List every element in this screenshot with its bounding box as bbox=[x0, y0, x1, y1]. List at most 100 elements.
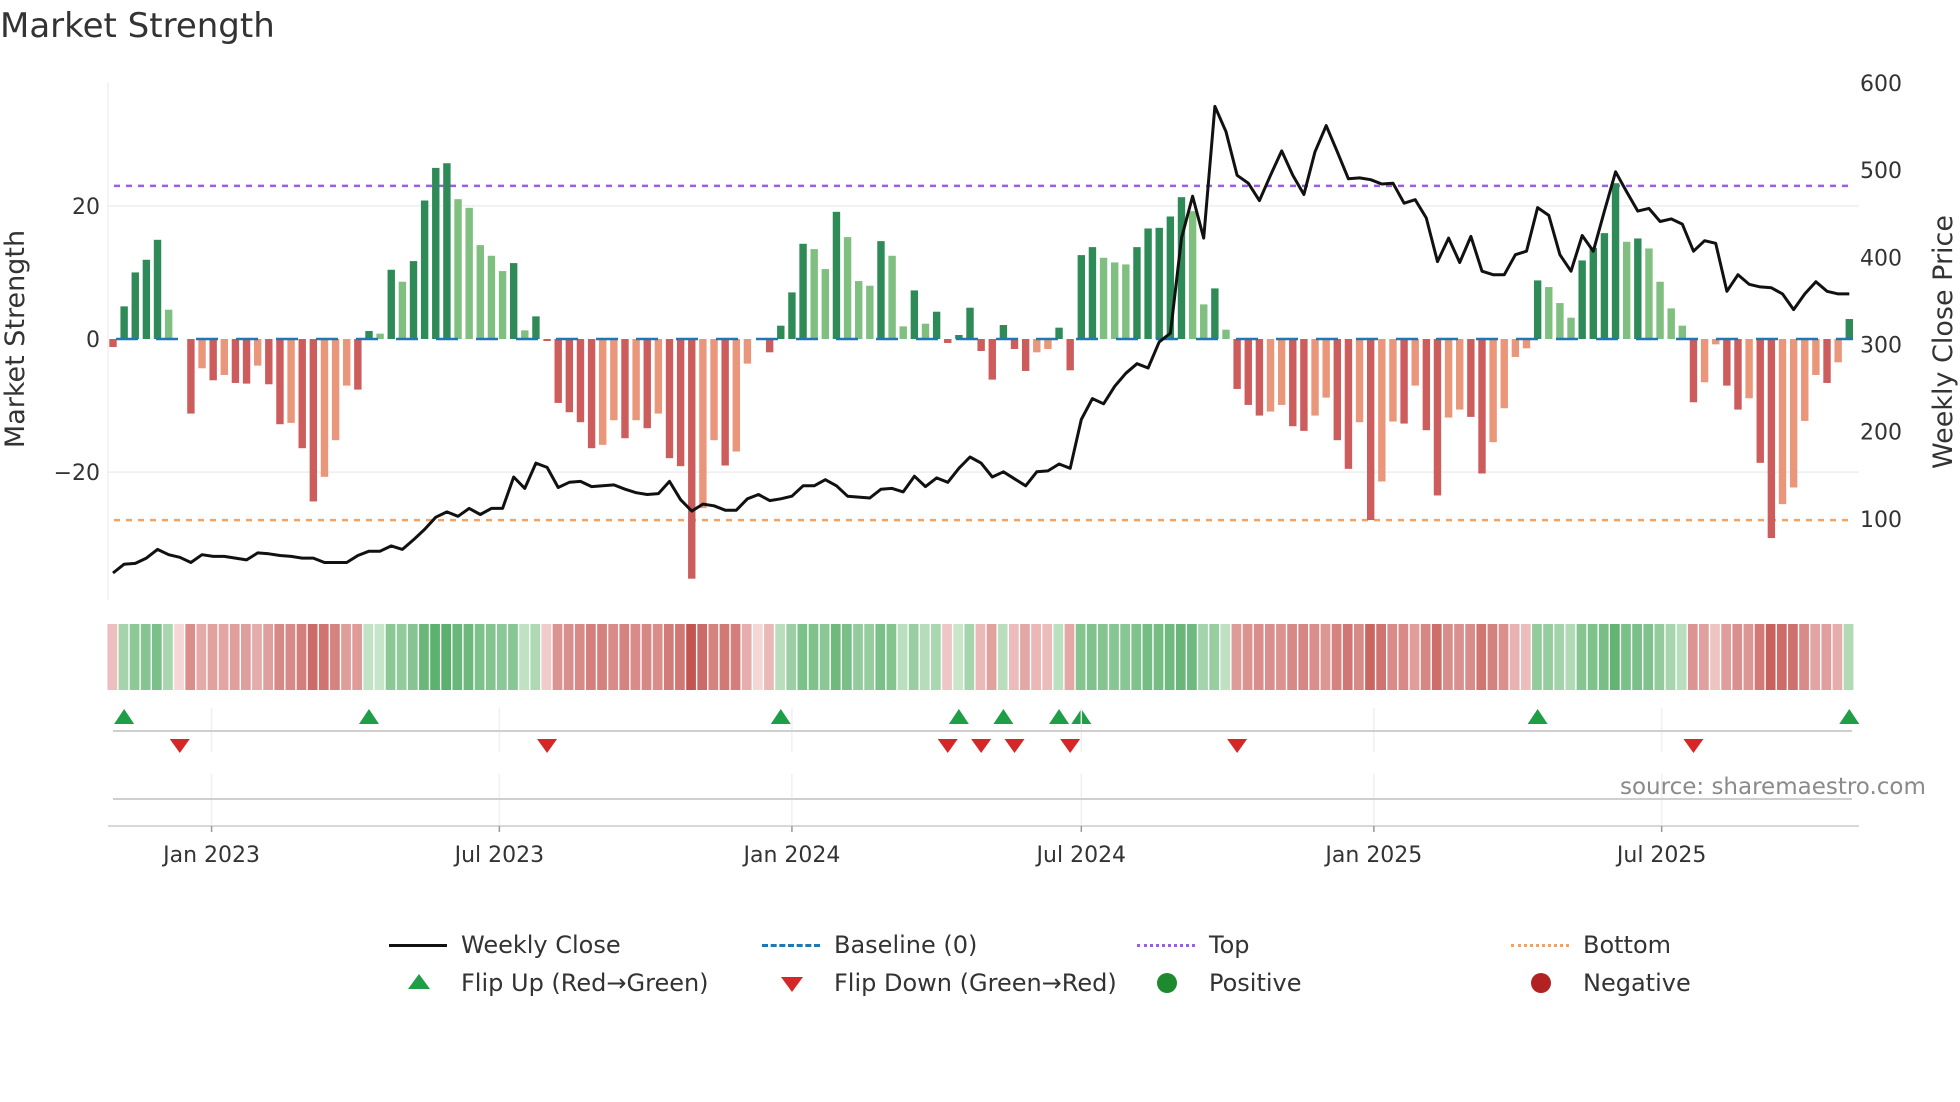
heatmap-cell bbox=[1398, 624, 1409, 690]
heatmap-cell bbox=[574, 624, 585, 690]
heatmap-cell bbox=[663, 624, 674, 690]
heatmap-cell bbox=[541, 624, 552, 690]
heatmap-cell bbox=[263, 624, 273, 690]
strength-bar bbox=[187, 339, 195, 414]
heatmap-cell bbox=[1342, 624, 1353, 690]
heatmap-cell bbox=[118, 624, 129, 690]
strength-bar bbox=[1411, 339, 1419, 386]
heatmap-cell bbox=[730, 624, 741, 690]
strength-bar bbox=[877, 241, 885, 340]
strength-bar bbox=[1745, 339, 1753, 399]
heatmap-cell bbox=[1454, 624, 1464, 690]
heatmap-cell bbox=[1175, 624, 1186, 690]
strength-bar bbox=[1778, 339, 1787, 505]
flip-down-marker bbox=[1227, 739, 1248, 753]
strength-bar bbox=[1066, 339, 1074, 371]
flip-up-marker bbox=[770, 709, 791, 724]
heatmap-cell bbox=[174, 624, 184, 690]
strength-bar bbox=[1077, 255, 1086, 340]
heatmap-cell bbox=[1665, 624, 1676, 690]
heatmap-cell bbox=[1353, 624, 1364, 690]
strength-bars bbox=[109, 163, 1853, 579]
heatmap-cell bbox=[1721, 624, 1732, 690]
heatmap-cell bbox=[1109, 624, 1119, 690]
strength-bar bbox=[1021, 339, 1030, 371]
heatmap-cell bbox=[1376, 624, 1386, 690]
strength-bar bbox=[1756, 339, 1764, 463]
heatmap-cell bbox=[552, 624, 563, 690]
strength-bar bbox=[1211, 288, 1219, 340]
heatmap-cell bbox=[240, 624, 251, 690]
strength-bar bbox=[554, 339, 562, 403]
heatmap-cell bbox=[1654, 624, 1665, 690]
heatmap-cell bbox=[1598, 624, 1609, 690]
strength-bar bbox=[1355, 339, 1364, 423]
strength-bar bbox=[420, 200, 429, 340]
heatmap-cell bbox=[1153, 624, 1164, 690]
strength-bar bbox=[855, 281, 863, 340]
strength-bar bbox=[1133, 247, 1141, 340]
heatmap-cell bbox=[252, 624, 262, 690]
heatmap-cell bbox=[430, 624, 440, 690]
strength-bar bbox=[1478, 339, 1486, 474]
heatmap-cell bbox=[1042, 624, 1053, 690]
strength-bar bbox=[1444, 339, 1453, 418]
heatmap-cell bbox=[1020, 624, 1030, 690]
strength-bar bbox=[710, 339, 718, 441]
heatmap-cell bbox=[875, 624, 886, 690]
heatmap-cell bbox=[318, 624, 329, 690]
strength-bar bbox=[265, 339, 273, 385]
heatmap-cell bbox=[1465, 624, 1476, 690]
heatmap-cell bbox=[374, 624, 385, 690]
heatmap-cell bbox=[686, 624, 696, 690]
heatmap-cell bbox=[151, 624, 162, 690]
heatmap-cell bbox=[352, 624, 363, 690]
strength-bar bbox=[142, 259, 151, 340]
heatmap-cell bbox=[597, 624, 607, 690]
strength-bar bbox=[1055, 327, 1063, 340]
heatmap-cell bbox=[1799, 624, 1809, 690]
heatmap-cell bbox=[396, 624, 407, 690]
flip-down-marker bbox=[1060, 739, 1081, 753]
strength-bar bbox=[888, 255, 896, 340]
heatmap-cell bbox=[1098, 624, 1108, 690]
strength-bar bbox=[242, 339, 251, 384]
heatmap-cell bbox=[886, 624, 897, 690]
x-axis: Jan 2023 Jul 2023 Jan 2024 Jul 2024 Jan 2025… bbox=[108, 708, 1859, 868]
strength-bar bbox=[1767, 339, 1776, 539]
heatmap-cell bbox=[1031, 624, 1041, 690]
strength-bar bbox=[131, 272, 139, 340]
heatmap-cell bbox=[931, 624, 941, 690]
heatmap-cell bbox=[1776, 624, 1787, 690]
heatmap-cell bbox=[1509, 624, 1520, 690]
heatmap-cell bbox=[196, 624, 207, 690]
strength-bar bbox=[1522, 339, 1531, 349]
heatmap-cell bbox=[1209, 624, 1220, 690]
heatmap-cell bbox=[1788, 624, 1798, 690]
heatmap-cell bbox=[752, 624, 763, 690]
market-strength-chart: 200−20100200300400500600 Jan 2023 Jul 202… bbox=[0, 72, 1959, 868]
heatmap-cell bbox=[330, 624, 340, 690]
strength-bar bbox=[198, 339, 206, 369]
heatmap-cell bbox=[608, 624, 619, 690]
strength-bar bbox=[1656, 281, 1664, 340]
heatmap-cell bbox=[1832, 624, 1843, 690]
heatmap-cell bbox=[1053, 624, 1064, 690]
heatmap-cell bbox=[697, 624, 708, 690]
heatmap-cell bbox=[407, 624, 418, 690]
y-tick-label: −20 bbox=[54, 461, 100, 486]
strength-bar bbox=[599, 339, 607, 445]
heatmap-cell bbox=[363, 624, 374, 690]
heatmap-cell bbox=[853, 624, 863, 690]
strength-bar bbox=[309, 339, 318, 502]
strength-bar bbox=[1122, 264, 1130, 340]
strength-bar bbox=[1433, 339, 1442, 496]
y2-tick-label: 600 bbox=[1860, 72, 1902, 97]
strength-bar bbox=[910, 290, 919, 340]
strength-bar bbox=[521, 330, 529, 340]
heatmap-cell bbox=[1309, 624, 1320, 690]
strength-bar bbox=[576, 339, 585, 423]
strength-bar bbox=[454, 199, 462, 340]
y-axis-title: Market Strength bbox=[0, 230, 31, 448]
strength-bar bbox=[509, 263, 518, 340]
